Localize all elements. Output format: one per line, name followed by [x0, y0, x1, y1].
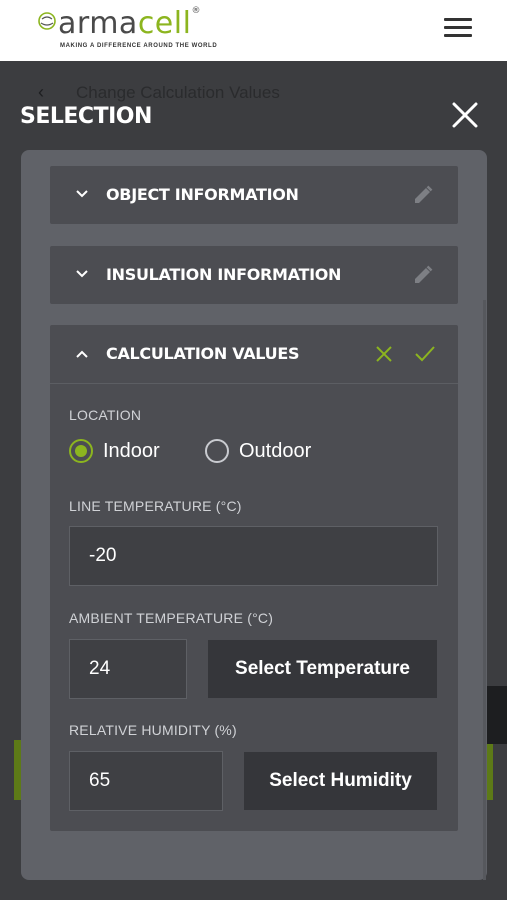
close-icon[interactable] — [450, 100, 480, 130]
modal-scrollbar[interactable] — [483, 300, 486, 880]
relative-humidity-label: RELATIVE HUMIDITY (%) — [69, 722, 237, 738]
pencil-icon[interactable] — [412, 184, 434, 206]
radio-unselected-icon — [205, 439, 229, 463]
background-green-button-edge — [486, 740, 493, 800]
chevron-down-icon — [76, 190, 88, 198]
line-temperature-label: LINE TEMPERATURE (°C) — [69, 498, 242, 514]
section-title: INSULATION INFORMATION — [106, 265, 342, 284]
section-title: OBJECT INFORMATION — [106, 185, 299, 204]
section-calculation-values: CALCULATION VALUES LOCATION Indoor Outdo… — [50, 325, 458, 831]
select-temperature-button[interactable]: Select Temperature — [208, 640, 437, 698]
ambient-temperature-input[interactable]: 24 — [69, 639, 187, 699]
radio-label: Outdoor — [239, 440, 312, 462]
section-title: CALCULATION VALUES — [106, 344, 300, 363]
globe-logo-icon — [38, 12, 56, 30]
pencil-icon[interactable] — [412, 264, 434, 286]
radio-outdoor[interactable]: Outdoor — [205, 438, 335, 464]
section-insulation-information[interactable]: INSULATION INFORMATION — [50, 246, 458, 304]
chevron-up-icon — [76, 350, 88, 358]
logo-wordmark: armacell® — [58, 6, 201, 41]
select-humidity-button[interactable]: Select Humidity — [244, 752, 437, 810]
section-object-information[interactable]: OBJECT INFORMATION — [50, 166, 458, 224]
chevron-down-icon — [76, 270, 88, 278]
modal-title: SELECTION — [20, 104, 152, 129]
confirm-check-icon[interactable] — [414, 344, 436, 364]
radio-selected-icon — [69, 439, 93, 463]
section-header[interactable]: CALCULATION VALUES — [50, 325, 458, 384]
hamburger-menu-icon[interactable] — [444, 18, 472, 42]
radio-indoor[interactable]: Indoor — [69, 438, 179, 464]
logo-tagline: MAKING A DIFFERENCE AROUND THE WORLD — [60, 43, 218, 49]
app-header: armacell® MAKING A DIFFERENCE AROUND THE… — [0, 0, 507, 61]
relative-humidity-input[interactable]: 65 — [69, 751, 223, 811]
ambient-temperature-label: AMBIENT TEMPERATURE (°C) — [69, 610, 274, 626]
line-temperature-input[interactable]: -20 — [69, 526, 438, 586]
background-dark-element — [487, 686, 507, 744]
location-label: LOCATION — [69, 407, 142, 423]
radio-label: Indoor — [103, 440, 160, 462]
background-page-title: Change Calculation Values — [76, 83, 280, 102]
cancel-x-icon[interactable] — [374, 344, 394, 364]
chevron-left-icon: ‹ — [38, 82, 44, 102]
